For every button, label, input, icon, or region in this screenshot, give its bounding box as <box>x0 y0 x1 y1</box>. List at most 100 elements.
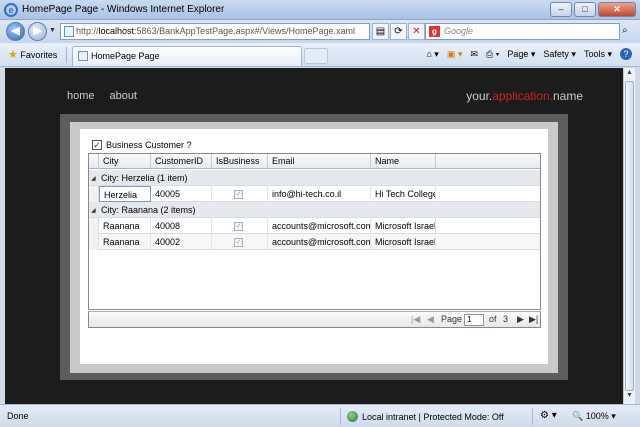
content-panel: ✓ Business Customer ? City CustomerID ▼ … <box>80 129 548 364</box>
search-placeholder: Google <box>444 26 474 36</box>
star-icon: ★ <box>8 49 18 61</box>
url-host: localhost <box>98 26 135 36</box>
cell-city[interactable]: Raanana <box>99 234 151 250</box>
safety-menu[interactable]: Safety ▾ <box>543 49 576 60</box>
column-header-isbusiness[interactable]: IsBusiness <box>212 154 268 169</box>
home-icon[interactable]: ⌂ ▾ <box>426 49 438 60</box>
close-button[interactable]: ✕ <box>598 2 636 17</box>
search-icon[interactable]: ⌕ <box>622 25 628 36</box>
collapse-icon[interactable]: ◢ <box>91 207 96 214</box>
zoom-icon: 🔍 <box>572 411 584 421</box>
status-bar: Done Local intranet | Protected Mode: Of… <box>0 404 640 427</box>
favorites-button[interactable]: ★ Favorites <box>8 48 57 61</box>
status-text: Done <box>7 411 29 421</box>
divider <box>66 47 67 63</box>
intranet-globe-icon <box>347 411 358 422</box>
cell-customerid[interactable]: 40008 <box>151 218 212 234</box>
column-header-customerid[interactable]: CustomerID ▼ <box>151 154 212 181</box>
page-number-input[interactable]: 1 <box>464 314 484 326</box>
url-prefix: http:// <box>76 26 99 36</box>
last-page-icon[interactable]: ▶| <box>529 312 538 327</box>
cell-isbusiness[interactable]: ✓ <box>212 234 268 250</box>
nav-about-link[interactable]: about <box>110 90 138 102</box>
page-content: home about your.application.name ✓ Busin… <box>5 68 623 404</box>
collapse-icon[interactable]: ◢ <box>91 175 96 182</box>
cell-isbusiness[interactable]: ✓ <box>212 186 268 202</box>
stop-icon[interactable]: ✕ <box>408 23 425 40</box>
cell-email[interactable]: accounts@microsoft.com <box>268 218 371 234</box>
cell-isbusiness[interactable]: ✓ <box>212 218 268 234</box>
cell-city[interactable]: Raanana <box>99 218 151 234</box>
address-toolbar: ◀ ▶ ▼ http://localhost:5863/BankAppTestP… <box>0 20 640 43</box>
tab-label: HomePage Page <box>91 51 160 61</box>
security-zone[interactable]: Local intranet | Protected Mode: Off <box>347 411 504 422</box>
scroll-up-icon[interactable]: ▲ <box>624 69 635 80</box>
help-icon[interactable]: ? <box>620 48 632 60</box>
brand-name: name <box>552 89 583 103</box>
ie-logo-icon: e <box>4 3 18 17</box>
feeds-icon[interactable]: ▣ ▾ <box>447 49 463 60</box>
search-input[interactable]: g Google <box>425 23 620 40</box>
table-row[interactable]: Herzelia 40005 ✓ info@hi-tech.co.il Hi T… <box>89 186 540 202</box>
scroll-thumb[interactable] <box>625 81 634 391</box>
business-customer-checkbox-row[interactable]: ✓ Business Customer ? <box>92 140 192 150</box>
google-icon: g <box>429 26 440 37</box>
isbusiness-checkbox[interactable]: ✓ <box>234 222 243 232</box>
group-header-raanana[interactable]: ◢ City: Raanana (2 items) <box>89 202 540 218</box>
cell-name[interactable]: Microsoft Israel <box>371 218 436 234</box>
cell-name[interactable]: Hi Tech College <box>371 186 436 202</box>
group-label: City: Raanana (2 items) <box>101 205 196 215</box>
column-header-email[interactable]: Email <box>268 154 371 169</box>
cell-email[interactable]: accounts@microsoft.com <box>268 234 371 250</box>
vertical-scrollbar[interactable]: ▲ ▼ <box>623 68 635 404</box>
divider <box>532 408 533 425</box>
minimize-button[interactable]: – <box>550 2 572 17</box>
header-indent <box>89 154 99 169</box>
cell-city[interactable]: Herzelia <box>99 186 151 202</box>
total-pages: 3 <box>503 314 509 324</box>
grid-pager: |◀ ◀ Page 1 of 3 ▶ ▶| <box>88 311 541 328</box>
cell-customerid[interactable]: 40005 <box>151 186 212 202</box>
zone-label: Local intranet | Protected Mode: Off <box>362 411 504 422</box>
nav-home-link[interactable]: home <box>67 90 95 102</box>
table-row[interactable]: Raanana 40002 ✓ accounts@microsoft.com M… <box>89 234 540 250</box>
favorites-bar: ★ Favorites HomePage Page ⌂ ▾ ▣ ▾ ✉ ⎙ ▾ … <box>0 43 640 67</box>
compatibility-view-icon[interactable]: ▤ <box>372 23 389 40</box>
zoom-level[interactable]: 🔍 100% ▾ <box>572 411 616 422</box>
print-icon[interactable]: ⎙ ▾ <box>486 49 499 60</box>
address-input[interactable]: http://localhost:5863/BankAppTestPage.as… <box>60 23 370 40</box>
group-label: City: Herzelia (1 item) <box>101 173 188 183</box>
next-page-icon[interactable]: ▶ <box>517 312 524 327</box>
tab-homepage[interactable]: HomePage Page <box>72 46 302 66</box>
cell-name[interactable]: Microsoft Israel <box>371 234 436 250</box>
business-customer-checkbox[interactable]: ✓ <box>92 140 102 150</box>
refresh-icon[interactable]: ⟳ <box>390 23 407 40</box>
scroll-down-icon[interactable]: ▼ <box>624 392 635 403</box>
cell-customerid[interactable]: 40002 <box>151 234 212 250</box>
cell-email[interactable]: info@hi-tech.co.il <box>268 186 371 202</box>
mail-icon[interactable]: ✉ <box>470 49 478 60</box>
of-label: of <box>489 314 497 324</box>
maximize-button[interactable]: □ <box>574 2 596 17</box>
row-indent <box>89 186 99 202</box>
group-header-herzelia[interactable]: ◢ City: Herzelia (1 item) <box>89 170 540 186</box>
previous-page-icon[interactable]: ◀ <box>427 312 434 327</box>
business-customer-label: Business Customer ? <box>106 140 192 150</box>
page-menu[interactable]: Page ▾ <box>507 49 535 60</box>
tools-menu[interactable]: Tools ▾ <box>584 49 612 60</box>
isbusiness-checkbox[interactable]: ✓ <box>234 238 243 248</box>
url-path: :5863/BankAppTestPage.aspx#/Views/HomePa… <box>134 26 356 36</box>
column-header-name[interactable]: Name <box>371 154 436 169</box>
column-header-customerid-label: CustomerID <box>155 156 204 166</box>
site-nav: home about <box>67 90 137 102</box>
isbusiness-checkbox[interactable]: ✓ <box>234 190 243 200</box>
recent-pages-chevron-icon[interactable]: ▼ <box>49 27 56 34</box>
security-settings-icon[interactable]: ⚙ ▾ <box>540 410 557 421</box>
column-header-city[interactable]: City <box>99 154 151 169</box>
back-arrow-icon[interactable]: ◀ <box>6 22 25 41</box>
first-page-icon[interactable]: |◀ <box>411 312 420 327</box>
brand-application: application. <box>492 89 553 103</box>
table-row[interactable]: Raanana 40008 ✓ accounts@microsoft.com M… <box>89 218 540 234</box>
new-tab-button[interactable] <box>304 48 328 64</box>
forward-arrow-icon[interactable]: ▶ <box>28 22 47 41</box>
